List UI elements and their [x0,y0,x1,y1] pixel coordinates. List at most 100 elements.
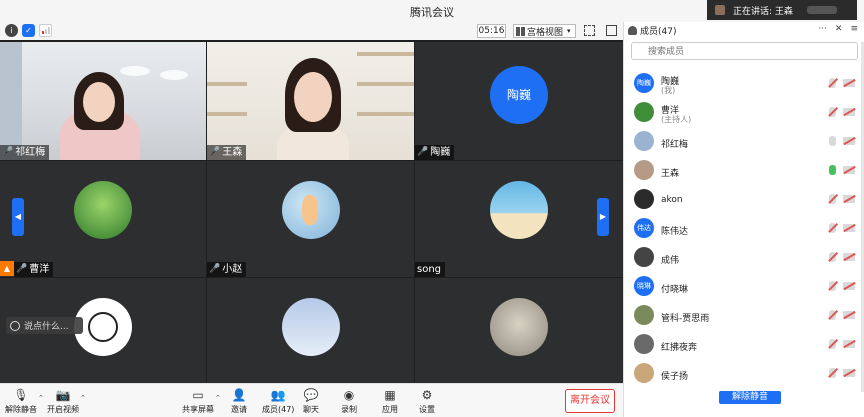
invite-button[interactable]: 👤 邀请 [231,387,247,417]
camera-feed [0,42,206,160]
member-name: akon [661,195,683,205]
camera-off-icon[interactable] [843,137,855,145]
video-grid: 🎤 祁红梅 🎤 王森 陶巍 🎤 陶巍 ▲ 🎤 曹洋 🎤 小赵 song ◀ ▶ … [0,40,623,383]
member-list-item[interactable]: 陶巍 陶巍 (我) [624,70,864,96]
mic-muted-icon[interactable] [829,194,836,204]
member-list-item[interactable]: 红拂夜奔 [624,331,864,357]
host-badge-icon: ▲ [0,261,14,276]
leave-meeting-button[interactable]: 离开会议 [565,389,615,413]
speaking-indicator: 正在讲话: 王森 [707,0,857,20]
member-panel: 成员(47) ··· ✕ ≡ 陶巍陶巍(我)曹洋(主持人)祁红梅王森akon伟达… [623,22,864,417]
member-list-item[interactable]: 管科-贾思雨 [624,302,864,328]
member-avatar [634,160,654,180]
info-icon[interactable]: i [5,24,18,37]
record-icon: ◉ [343,387,355,402]
member-name: 侯子扬 [661,372,689,382]
mic-muted-icon[interactable] [829,107,836,117]
chat-button[interactable]: 💬 聊天 [303,387,319,417]
mic-icon[interactable] [829,165,836,175]
shield-icon[interactable]: ✓ [22,24,35,37]
sidebar-toggle-icon[interactable] [606,25,617,36]
video-tile[interactable]: ▲ 🎤 曹洋 [0,161,206,277]
start-video-button[interactable]: 📷 开启视频 [47,387,79,417]
member-role: (主持人) [661,115,692,124]
member-avatar: 晓琳 [634,276,654,296]
member-list-item[interactable]: 曹洋 (主持人) [624,99,864,125]
camera-off-icon[interactable] [843,369,855,377]
member-name: 成伟 [661,256,680,266]
camera-off-icon[interactable] [843,79,855,87]
popout-icon[interactable]: ✕ [835,24,843,34]
member-list-item[interactable]: 伟达 陈伟达 [624,215,864,241]
video-tile[interactable] [207,278,414,383]
mic-muted-icon[interactable] [829,252,836,262]
member-name: 王森 [661,169,680,179]
camera-off-icon[interactable] [843,340,855,348]
participant-avatar [490,181,548,239]
video-tile[interactable] [415,278,623,383]
meeting-timer: 05:16 [477,24,506,38]
chevron-up-icon[interactable]: ⌃ [215,394,221,402]
mic-muted-icon[interactable] [829,78,836,88]
member-search-input[interactable] [631,42,858,60]
member-role: (我) [661,86,676,95]
menu-icon[interactable]: ≡ [850,24,858,34]
fullscreen-icon[interactable] [584,25,595,36]
mic-muted-icon[interactable] [829,339,836,349]
participant-name-label: 🎤 祁红梅 [0,145,50,160]
chevron-up-icon[interactable]: ⌃ [80,394,86,402]
participant-avatar: 陶巍 [490,66,548,124]
previous-page-arrow-icon[interactable]: ◀ [12,198,24,236]
mic-muted-icon[interactable] [829,223,836,233]
member-name: 陈伟达 [661,227,689,237]
member-list-item[interactable]: 侯子扬 [624,360,864,386]
invite-user-icon: 👤 [231,387,247,402]
chat-icon: 💬 [303,387,319,402]
members-button[interactable]: 👥 成员(47) [262,387,294,417]
member-name: 付晓琳 [661,285,689,295]
member-list-item[interactable]: 王森 [624,157,864,183]
participant-name-label: 🎤 陶巍 [415,145,455,160]
mic-muted-icon[interactable] [829,310,836,320]
member-list-item[interactable]: 成伟 [624,244,864,270]
member-name: 管科-贾思雨 [661,314,710,324]
bottom-toolbar: 🎙 解除静音 ⌃ 📷 开启视频 ⌃ ▭ 共享屏幕 ⌃ 👤 邀请 👥 成员(47)… [0,383,623,417]
mic-icon[interactable] [829,136,836,146]
member-avatar [634,247,654,267]
mic-muted-icon[interactable] [829,281,836,291]
member-avatar [634,363,654,383]
camera-off-icon[interactable] [843,108,855,116]
more-options-icon[interactable]: ··· [818,24,827,34]
record-button[interactable]: ◉ 录制 [341,387,357,417]
member-list-item[interactable]: 晓琳 付晓琳 [624,273,864,299]
signal-icon[interactable] [39,24,52,37]
share-screen-button[interactable]: ▭ 共享屏幕 [182,387,214,417]
video-tile[interactable]: 🎤 小赵 [207,161,414,277]
camera-off-icon[interactable] [843,166,855,174]
camera-off-icon[interactable] [843,253,855,261]
settings-button[interactable]: ⚙ 设置 [419,387,435,417]
view-mode-dropdown[interactable]: 宫格视图 ▾ [513,24,576,38]
member-list-item[interactable]: akon [624,186,864,212]
unmute-all-button[interactable]: 解除静音 [719,391,781,404]
member-avatar: 伟达 [634,218,654,238]
camera-off-icon[interactable] [843,282,855,290]
video-tile[interactable]: 陶巍 🎤 陶巍 [415,42,623,160]
apps-button[interactable]: ▦ 应用 [382,387,398,417]
camera-off-icon[interactable] [843,311,855,319]
camera-off-icon[interactable] [843,224,855,232]
video-tile[interactable]: song [415,161,623,277]
member-list-item[interactable]: 祁红梅 [624,128,864,154]
next-page-arrow-icon[interactable]: ▶ [597,198,609,236]
chevron-up-icon[interactable]: ⌃ [38,394,44,402]
apps-icon: ▦ [384,387,396,402]
video-tile-active-speaker[interactable]: 🎤 王森 [207,42,414,160]
participant-name-label: 🎤 王森 [207,145,247,160]
mic-muted-icon[interactable] [829,368,836,378]
member-avatar [634,102,654,122]
unmute-button[interactable]: 🎙 解除静音 [5,387,37,417]
camera-off-icon[interactable] [843,195,855,203]
chat-quick-input[interactable]: 说点什么... [6,317,83,334]
mic-icon: 🎤 [2,147,14,157]
video-tile[interactable]: 🎤 祁红梅 [0,42,206,160]
